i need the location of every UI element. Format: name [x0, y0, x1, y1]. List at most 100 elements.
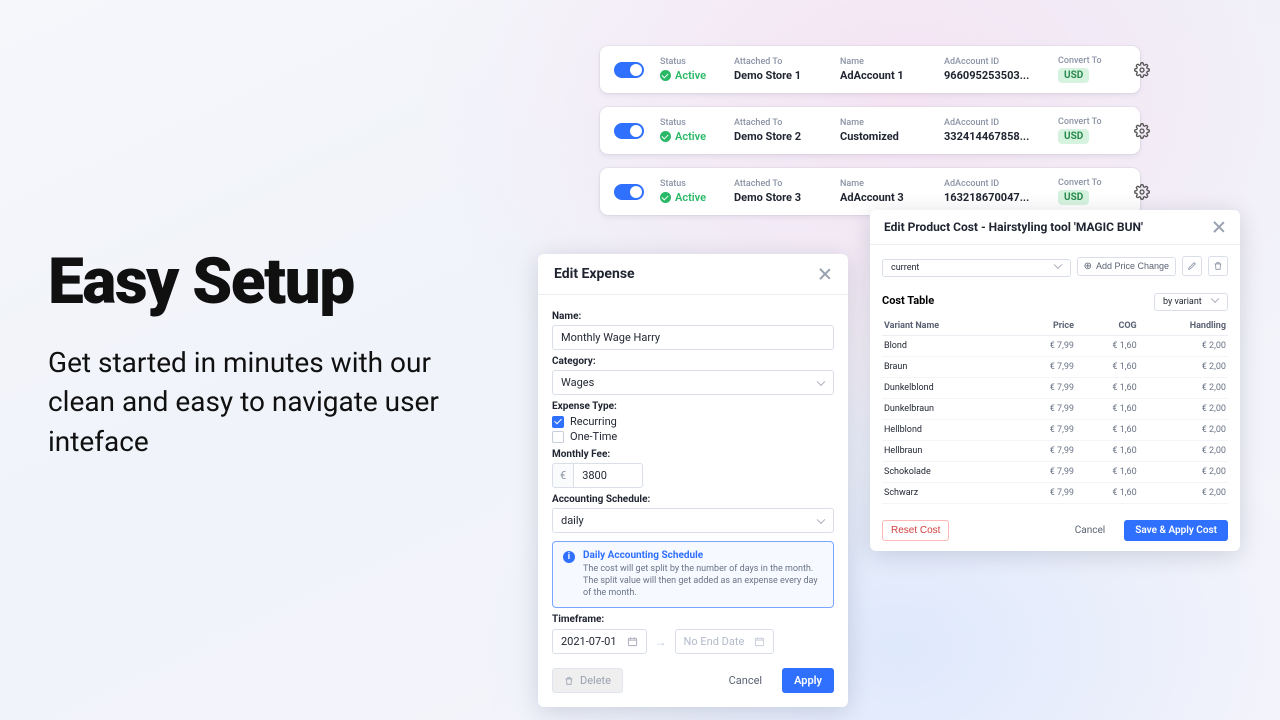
timeframe-end[interactable]: No End Date	[675, 629, 775, 654]
cell-variant: Dunkelbraun	[882, 399, 1013, 420]
account-list: Status Active Attached To Demo Store 1 Name A…	[600, 46, 1140, 215]
cell-variant: Hellbraun	[882, 441, 1013, 462]
modal-title: Edit Expense	[554, 266, 635, 282]
calendar-icon	[754, 636, 765, 647]
delete-label: Delete	[580, 674, 611, 687]
apply-button[interactable]: Apply	[782, 668, 834, 693]
status-toggle[interactable]	[614, 123, 644, 139]
cell-variant: Braun	[882, 357, 1013, 378]
attached-value: Demo Store 1	[734, 69, 834, 82]
reset-cost-button[interactable]: Reset Cost	[882, 520, 949, 541]
cell-handling: € 2,00	[1139, 399, 1228, 420]
timeframe-end-placeholder: No End Date	[684, 635, 745, 648]
cell-handling: € 2,00	[1139, 357, 1228, 378]
gear-icon[interactable]	[1134, 123, 1150, 139]
table-row: Schokolade€ 7,99€ 1,60€ 2,00	[882, 462, 1228, 483]
modal-title: Edit Product Cost - Hairstyling tool 'MA…	[884, 220, 1143, 234]
th-cog: COG	[1076, 317, 1139, 336]
cell-price: € 7,99	[1013, 420, 1076, 441]
status-toggle[interactable]	[614, 62, 644, 78]
save-apply-button[interactable]: Save & Apply Cost	[1124, 520, 1228, 541]
cell-price: € 7,99	[1013, 336, 1076, 357]
schedule-select[interactable]	[552, 508, 834, 533]
cell-cog: € 1,60	[1076, 483, 1139, 504]
acctid-value: 966095253503...	[944, 69, 1052, 82]
label-acctid: AdAccount ID	[944, 57, 1052, 67]
timeframe-start-value: 2021-07-01	[561, 635, 617, 648]
category-select[interactable]	[552, 370, 834, 395]
cost-table: Variant Name Price COG Handling Blond€ 7…	[882, 317, 1228, 504]
cell-price: € 7,99	[1013, 462, 1076, 483]
hero-subtitle: Get started in minutes with our clean an…	[48, 343, 488, 461]
currency-prefix: €	[552, 463, 573, 488]
close-icon[interactable]	[1212, 220, 1226, 234]
cell-cog: € 1,60	[1076, 441, 1139, 462]
table-row: Braun€ 7,99€ 1,60€ 2,00	[882, 357, 1228, 378]
info-title: Daily Accounting Schedule	[583, 550, 823, 561]
edit-cost-modal: Edit Product Cost - Hairstyling tool 'MA…	[870, 210, 1240, 551]
status-value: Active	[660, 130, 728, 143]
label-timeframe: Timeframe:	[552, 614, 834, 625]
cell-handling: € 2,00	[1139, 420, 1228, 441]
table-row: Dunkelblond€ 7,99€ 1,60€ 2,00	[882, 378, 1228, 399]
edit-range-button[interactable]	[1182, 256, 1202, 276]
label-schedule: Accounting Schedule:	[552, 494, 834, 505]
delete-range-button[interactable]	[1208, 256, 1228, 276]
name-value: Customized	[840, 130, 938, 143]
add-price-change-label: Add Price Change	[1096, 261, 1169, 271]
account-card: StatusActiveAttached ToDemo Store 1NameA…	[600, 46, 1140, 93]
account-card: StatusActiveAttached ToDemo Store 2NameC…	[600, 107, 1140, 154]
table-row: Dunkelbraun€ 7,99€ 1,60€ 2,00	[882, 399, 1228, 420]
cell-price: € 7,99	[1013, 441, 1076, 462]
label-category: Category:	[552, 356, 834, 367]
monthly-fee-input[interactable]	[573, 463, 643, 488]
check-circle-icon	[660, 192, 671, 203]
table-row: Schwarz€ 7,99€ 1,60€ 2,00	[882, 483, 1228, 504]
label-convert: Convert To	[1058, 117, 1116, 127]
cancel-button[interactable]: Cancel	[1064, 520, 1116, 541]
cell-price: € 7,99	[1013, 378, 1076, 399]
hero-title: Easy Setup	[48, 248, 488, 315]
close-icon[interactable]	[818, 267, 832, 281]
label-name: Name:	[552, 311, 834, 322]
label-convert: Convert To	[1058, 178, 1116, 188]
delete-button[interactable]: Delete	[552, 668, 623, 693]
timeframe-start[interactable]: 2021-07-01	[552, 629, 647, 654]
onetime-checkbox[interactable]	[552, 431, 564, 443]
view-by-select[interactable]	[1154, 293, 1228, 311]
status-value: Active	[660, 191, 728, 204]
label-name: Name	[840, 118, 938, 128]
label-status: Status	[660, 57, 728, 67]
add-price-change-button[interactable]: ⊕ Add Price Change	[1077, 257, 1176, 276]
status-toggle[interactable]	[614, 184, 644, 200]
account-card: StatusActiveAttached ToDemo Store 3NameA…	[600, 168, 1140, 215]
recurring-label: Recurring	[570, 415, 617, 428]
cell-cog: € 1,60	[1076, 357, 1139, 378]
edit-expense-modal: Edit Expense Name: Category: Expense Typ…	[538, 254, 848, 707]
cell-cog: € 1,60	[1076, 399, 1139, 420]
gear-icon[interactable]	[1134, 62, 1150, 78]
check-circle-icon	[660, 131, 671, 142]
name-input[interactable]	[552, 325, 834, 350]
trash-icon	[1213, 261, 1223, 271]
currency-badge: USD	[1058, 190, 1089, 205]
cost-table-title: Cost Table	[882, 294, 934, 307]
currency-badge: USD	[1058, 129, 1089, 144]
plus-icon: ⊕	[1084, 261, 1092, 272]
gear-icon[interactable]	[1134, 184, 1150, 200]
table-row: Hellblond€ 7,99€ 1,60€ 2,00	[882, 420, 1228, 441]
recurring-checkbox[interactable]	[552, 416, 564, 428]
attached-value: Demo Store 3	[734, 191, 834, 204]
table-row: Blond€ 7,99€ 1,60€ 2,00	[882, 336, 1228, 357]
th-price: Price	[1013, 317, 1076, 336]
label-attached: Attached To	[734, 179, 834, 189]
cell-price: € 7,99	[1013, 357, 1076, 378]
cell-variant: Hellblond	[882, 420, 1013, 441]
acctid-value: 332414467858...	[944, 130, 1052, 143]
info-desc: The cost will get split by the number of…	[583, 563, 823, 599]
cancel-button[interactable]: Cancel	[717, 668, 774, 693]
label-convert: Convert To	[1058, 56, 1116, 66]
range-select[interactable]	[882, 259, 1071, 277]
hero: Easy Setup Get started in minutes with o…	[48, 248, 488, 461]
cell-variant: Schwarz	[882, 483, 1013, 504]
